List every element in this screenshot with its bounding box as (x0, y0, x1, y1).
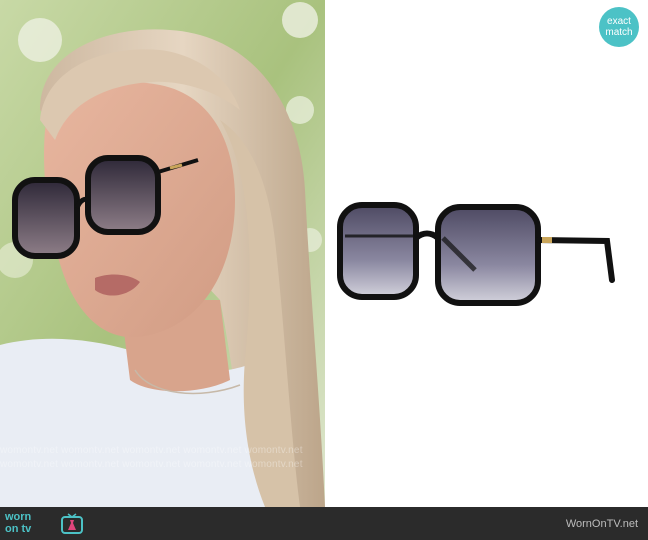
tv-dress-icon (61, 513, 83, 540)
logo-text-on-tv: on tv (5, 523, 32, 535)
product-sunglasses-image (325, 0, 648, 507)
badge-line-2: match (605, 27, 633, 38)
logo-text-worn: worn (5, 511, 32, 523)
footer-bar: worn on tv WornOnTV.net (0, 507, 648, 540)
site-name: WornOnTV.net (565, 518, 638, 530)
right-lens (435, 204, 541, 306)
watermark-text: womontv.net womontv.net womontv.net womo… (0, 459, 303, 470)
photo-woman-wearing-sunglasses: womontv.net womontv.net womontv.net womo… (0, 0, 325, 507)
watermark-text: womontv.net womontv.net womontv.net womo… (0, 445, 303, 456)
badge-line-1: exact (607, 16, 631, 27)
bridge (414, 230, 440, 241)
temple-hinge-gold (542, 237, 552, 243)
sunglasses-illustration (337, 202, 615, 306)
left-lens (337, 202, 419, 300)
temple-arm (535, 237, 615, 283)
exact-match-badge: exact match (599, 7, 639, 47)
photo-illustration (0, 0, 325, 507)
worn-on-tv-logo[interactable]: worn on tv (5, 511, 83, 537)
